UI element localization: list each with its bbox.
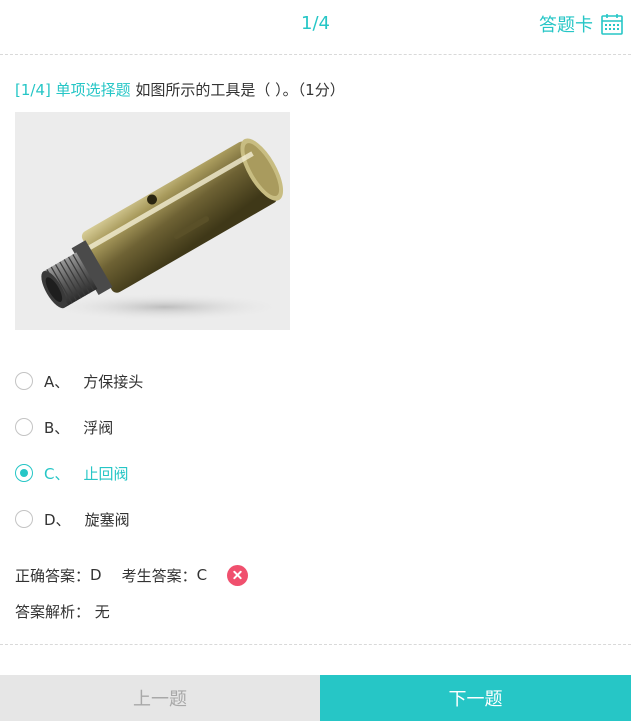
footer-nav: 上一题 下一题 — [0, 675, 631, 721]
answer-card-button[interactable]: 答题卡 — [539, 11, 623, 37]
student-answer-label: 考生答案： — [121, 566, 197, 585]
option-b-text: 浮阀 — [83, 418, 114, 437]
option-d-letter: D、 — [44, 510, 71, 529]
radio-a[interactable] — [15, 372, 33, 390]
answer-result: 正确答案： D 考生答案： C — [15, 564, 249, 586]
header-bar: 1/4 答题卡 — [0, 0, 631, 55]
question-text: 如图所示的工具是（ ）。（1分） — [135, 81, 345, 99]
radio-d[interactable] — [15, 510, 33, 528]
correct-answer-label: 正确答案： — [15, 566, 91, 585]
analysis-value: 无 — [94, 603, 110, 621]
analysis-label: 答案解析： — [15, 603, 91, 621]
answer-card-label: 答题卡 — [539, 15, 593, 36]
wrong-icon — [227, 564, 249, 586]
option-d-text: 旋塞阀 — [84, 510, 130, 529]
option-b-letter: B、 — [44, 418, 70, 437]
option-c[interactable]: C、 止回阀 — [15, 461, 129, 485]
question-stem: [1/4] 单项选择题 如图所示的工具是（ ）。（1分） — [15, 79, 345, 100]
question-image — [15, 112, 290, 330]
option-c-text: 止回阀 — [83, 464, 129, 483]
option-a[interactable]: A、 方保接头 — [15, 369, 143, 393]
answer-analysis: 答案解析： 无 — [15, 601, 110, 622]
question-type-tag: [1/4] 单项选择题 — [15, 81, 131, 99]
calendar-icon — [601, 13, 623, 35]
student-answer-value: C — [196, 566, 208, 584]
correct-answer-value: D — [90, 566, 102, 584]
option-a-text: 方保接头 — [83, 372, 144, 391]
option-b[interactable]: B、 浮阀 — [15, 415, 113, 439]
divider — [0, 644, 631, 645]
prev-question-button[interactable]: 上一题 — [0, 675, 320, 721]
next-question-button[interactable]: 下一题 — [320, 675, 631, 721]
radio-b[interactable] — [15, 418, 33, 436]
option-c-letter: C、 — [44, 464, 70, 483]
option-a-letter: A、 — [44, 372, 70, 391]
radio-c[interactable] — [15, 464, 33, 482]
option-d[interactable]: D、 旋塞阀 — [15, 507, 130, 531]
question-progress: 1/4 — [301, 13, 330, 34]
